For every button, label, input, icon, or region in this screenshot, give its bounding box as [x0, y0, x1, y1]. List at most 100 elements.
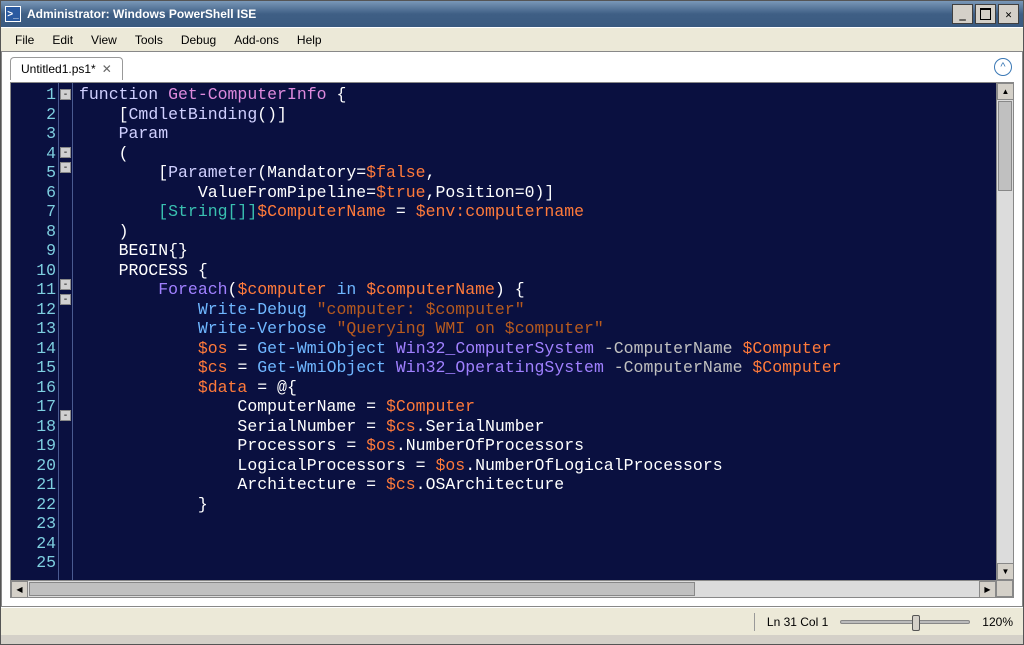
help-icon[interactable]: ^ [994, 58, 1012, 76]
fold-toggle-icon[interactable]: - [60, 294, 71, 305]
fold-spacer [59, 464, 72, 484]
tab-close-icon[interactable]: ✕ [102, 62, 112, 76]
tab-strip: Untitled1.ps1* ✕ ^ [2, 52, 1022, 80]
zoom-slider-thumb[interactable] [912, 615, 920, 631]
fold-spacer [59, 255, 72, 275]
token [386, 358, 396, 377]
code-line[interactable]: ValueFromPipeline=$true,Position=0)] [79, 183, 1007, 203]
hscroll-thumb[interactable] [29, 582, 695, 596]
vscroll-track[interactable] [997, 100, 1013, 563]
menu-add-ons[interactable]: Add-ons [226, 31, 287, 49]
code-line[interactable]: Foreach($computer in $computerName) { [79, 280, 1007, 300]
token: [ [79, 163, 168, 182]
fold-spacer [59, 177, 72, 197]
token: $ComputerName [257, 202, 386, 221]
fold-spacer [59, 484, 72, 504]
token: $env:computername [416, 202, 584, 221]
code-editor[interactable]: 1234567891011121314151617181920212223242… [11, 83, 1013, 597]
code-line[interactable]: $cs = Get-WmiObject Win32_OperatingSyste… [79, 358, 1007, 378]
fold-spacer [59, 367, 72, 387]
vscroll-thumb[interactable] [998, 101, 1012, 191]
fold-toggle-icon[interactable]: - [60, 147, 71, 158]
fold-spacer [59, 236, 72, 256]
editor-frame: 1234567891011121314151617181920212223242… [10, 82, 1014, 598]
hscroll-track[interactable] [28, 581, 979, 597]
menu-edit[interactable]: Edit [44, 31, 81, 49]
code-line[interactable]: Processors = $os.NumberOfProcessors [79, 436, 1007, 456]
code-line[interactable]: Param [79, 124, 1007, 144]
fold-toggle-icon[interactable]: - [60, 279, 71, 290]
token [79, 202, 158, 221]
maximize-button[interactable] [975, 4, 996, 24]
code-line[interactable]: [String[]]$ComputerName = $env:computern… [79, 202, 1007, 222]
menu-file[interactable]: File [7, 31, 42, 49]
fold-toggle-icon[interactable]: - [60, 410, 71, 421]
code-line[interactable]: function Get-ComputerInfo { [79, 85, 1007, 105]
code-line[interactable]: $data = @{ [79, 378, 1007, 398]
code-line[interactable]: Write-Verbose "Querying WMI on $computer… [79, 319, 1007, 339]
token: ()] [257, 105, 287, 124]
line-number: 19 [21, 436, 56, 456]
code-line[interactable]: ComputerName = $Computer [79, 397, 1007, 417]
code-line[interactable]: SerialNumber = $cs.SerialNumber [79, 417, 1007, 437]
token [79, 378, 198, 397]
token: (Mandatory= [257, 163, 366, 182]
line-number: 20 [21, 456, 56, 476]
scroll-up-icon[interactable]: ▲ [997, 83, 1014, 100]
code-line[interactable]: [Parameter(Mandatory=$false, [79, 163, 1007, 183]
token: CmdletBinding [129, 105, 258, 124]
menu-debug[interactable]: Debug [173, 31, 224, 49]
token [742, 358, 752, 377]
code-line[interactable]: } [79, 495, 1007, 515]
token [733, 339, 743, 358]
scroll-right-icon[interactable]: ▶ [979, 581, 996, 598]
code-line[interactable]: BEGIN{} [79, 241, 1007, 261]
tab-untitled1[interactable]: Untitled1.ps1* ✕ [10, 57, 123, 80]
minimize-button[interactable]: _ [952, 4, 973, 24]
line-number: 21 [21, 475, 56, 495]
fold-spacer [59, 309, 72, 329]
scroll-down-icon[interactable]: ▼ [997, 563, 1014, 580]
line-number: 8 [21, 222, 56, 242]
code-line[interactable]: ) [79, 222, 1007, 242]
window-buttons: _ ✕ [952, 4, 1019, 24]
menu-tools[interactable]: Tools [127, 31, 171, 49]
horizontal-scrollbar[interactable]: ◀ ▶ [11, 580, 996, 597]
code-line[interactable]: ( [79, 144, 1007, 164]
token: ( [228, 280, 238, 299]
token: Processors = [79, 436, 366, 455]
fold-spacer [59, 523, 72, 543]
zoom-level: 120% [982, 615, 1013, 629]
token: function [79, 85, 168, 104]
token: ComputerName = [79, 397, 386, 416]
token: = [228, 339, 258, 358]
token: = @{ [247, 378, 297, 397]
code-line[interactable]: PROCESS { [79, 261, 1007, 281]
fold-toggle-icon[interactable]: - [60, 89, 71, 100]
zoom-slider[interactable] [840, 620, 970, 624]
menu-bar: FileEditViewToolsDebugAdd-onsHelp [1, 27, 1023, 51]
scroll-left-icon[interactable]: ◀ [11, 581, 28, 598]
code-line[interactable]: Architecture = $cs.OSArchitecture [79, 475, 1007, 495]
code-line[interactable]: [CmdletBinding()] [79, 105, 1007, 125]
fold-spacer [59, 328, 72, 348]
token: Get-WmiObject [257, 339, 386, 358]
menu-view[interactable]: View [83, 31, 125, 49]
code-line[interactable]: $os = Get-WmiObject Win32_ComputerSystem… [79, 339, 1007, 359]
code-content[interactable]: function Get-ComputerInfo { [CmdletBindi… [73, 83, 1013, 597]
token: $os [198, 339, 228, 358]
token: = [228, 358, 258, 377]
code-line[interactable]: LogicalProcessors = $os.NumberOfLogicalP… [79, 456, 1007, 476]
fold-toggle-icon[interactable]: - [60, 162, 71, 173]
status-bar: Ln 31 Col 1 120% [1, 607, 1023, 635]
menu-help[interactable]: Help [289, 31, 330, 49]
line-number-gutter: 1234567891011121314151617181920212223242… [11, 83, 59, 597]
token: in [336, 280, 356, 299]
token: -ComputerName [604, 339, 733, 358]
code-line[interactable]: Write-Debug "computer: $computer" [79, 300, 1007, 320]
vertical-scrollbar[interactable]: ▲ ▼ [996, 83, 1013, 580]
token: Architecture = [79, 475, 386, 494]
token: .NumberOfLogicalProcessors [465, 456, 722, 475]
close-button[interactable]: ✕ [998, 4, 1019, 24]
line-number: 5 [21, 163, 56, 183]
